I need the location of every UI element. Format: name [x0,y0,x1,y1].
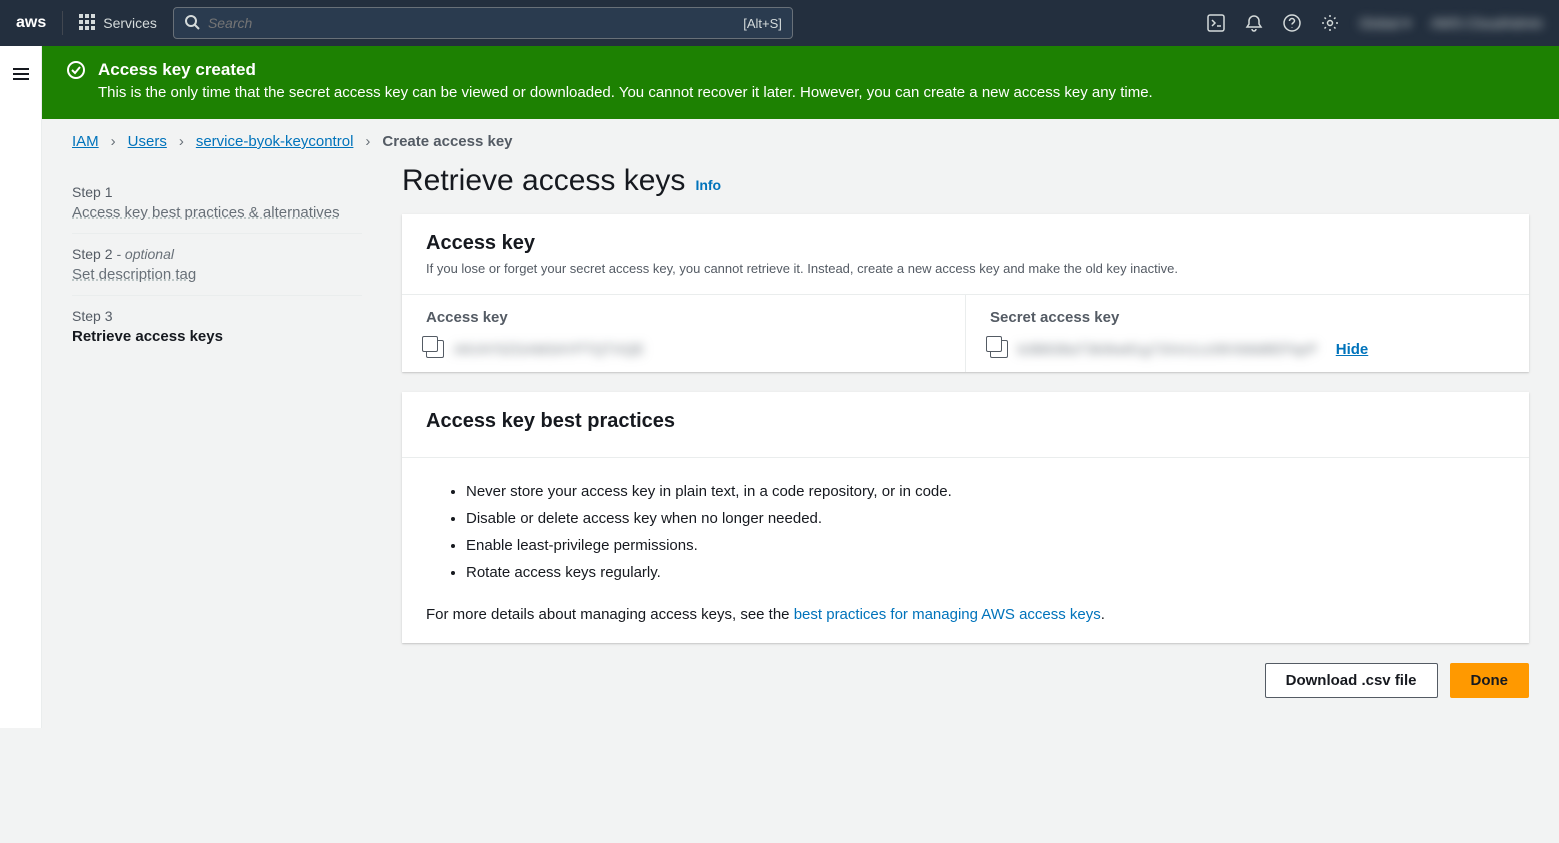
services-label: Services [103,15,157,31]
copy-icon[interactable] [426,340,444,358]
action-buttons: Download .csv file Done [402,663,1529,698]
breadcrumb-users[interactable]: Users [128,133,167,150]
search-shortcut: [Alt+S] [743,16,782,31]
panel-title: Access key best practices [426,410,1505,433]
help-icon[interactable] [1283,14,1301,32]
check-circle-icon [66,60,86,101]
top-nav: aws Services [Alt+S] Global ▾ AWS-C [0,0,1559,46]
banner-title: Access key created [98,60,1153,80]
list-item: Never store your access key in plain tex… [466,478,1505,505]
main-pane: Retrieve access keys Info Access key If … [402,164,1529,698]
account-menu[interactable]: AWS-CloudAdmin [1431,15,1543,31]
secret-key-value: b3B838aT3k9tw81g73Xm1cz06Vb8d8EFlqrP [1018,341,1318,357]
list-item: Rotate access keys regularly. [466,559,1505,586]
cloudshell-icon[interactable] [1207,14,1225,32]
search-icon [184,14,200,33]
aws-logo[interactable]: aws [16,14,46,32]
bell-icon[interactable] [1245,14,1263,32]
step-label: Step 3 [72,308,362,324]
list-item: Disable or delete access key when no lon… [466,505,1505,532]
breadcrumb: IAM › Users › service-byok-keycontrol › … [42,119,1559,164]
info-link[interactable]: Info [695,177,721,193]
step-label: Step 2 - optional [72,246,362,262]
banner-message: This is the only time that the secret ac… [98,84,1153,101]
page-title: Retrieve access keys [402,164,685,198]
step-title[interactable]: Set description tag [72,266,362,283]
chevron-right-icon: › [365,133,370,150]
column-label: Access key [426,309,941,326]
secret-key-column: Secret access key b3B838aT3k9tw81g73Xm1c… [965,295,1529,372]
grid-icon [79,14,95,33]
hide-toggle[interactable]: Hide [1336,341,1369,358]
download-csv-button[interactable]: Download .csv file [1265,663,1438,698]
copy-icon[interactable] [990,340,1008,358]
best-practices-footer: For more details about managing access k… [426,606,1505,623]
divider [62,11,63,35]
best-practices-link[interactable]: best practices for managing AWS access k… [794,606,1101,623]
access-key-value: AKIAY5ZGAM3AYPTQTXQE [454,341,645,357]
chevron-down-icon: ▾ [1404,15,1411,32]
breadcrumb-iam[interactable]: IAM [72,133,99,150]
access-key-column: Access key AKIAY5ZGAM3AYPTQTXQE [402,295,965,372]
column-label: Secret access key [990,309,1505,326]
panel-title: Access key [426,232,1505,255]
services-menu[interactable]: Services [79,14,157,33]
search-bar[interactable]: [Alt+S] [173,7,793,39]
step-label: Step 1 [72,184,362,200]
breadcrumb-user[interactable]: service-byok-keycontrol [196,133,354,150]
step-1: Step 1 Access key best practices & alter… [72,172,362,233]
chevron-right-icon: › [111,133,116,150]
nav-icons: Global ▾ AWS-CloudAdmin [1207,14,1543,32]
gear-icon[interactable] [1321,14,1339,32]
panel-desc: If you lose or forget your secret access… [426,261,1505,276]
access-key-panel: Access key If you lose or forget your se… [402,214,1529,372]
wizard-steps: Step 1 Access key best practices & alter… [72,164,362,698]
list-item: Enable least-privilege permissions. [466,532,1505,559]
search-input[interactable] [208,15,735,31]
step-2: Step 2 - optional Set description tag [72,233,362,295]
chevron-right-icon: › [179,133,184,150]
best-practices-panel: Access key best practices Never store yo… [402,392,1529,643]
best-practices-list: Never store your access key in plain tex… [426,478,1505,586]
side-drawer-toggle[interactable] [0,46,42,728]
region-selector[interactable]: Global ▾ [1359,15,1411,32]
step-3: Step 3 Retrieve access keys [72,295,362,357]
done-button[interactable]: Done [1450,663,1530,698]
breadcrumb-current: Create access key [382,133,512,150]
success-banner: Access key created This is the only time… [42,46,1559,119]
step-title: Retrieve access keys [72,328,362,345]
step-title[interactable]: Access key best practices & alternatives [72,204,362,221]
